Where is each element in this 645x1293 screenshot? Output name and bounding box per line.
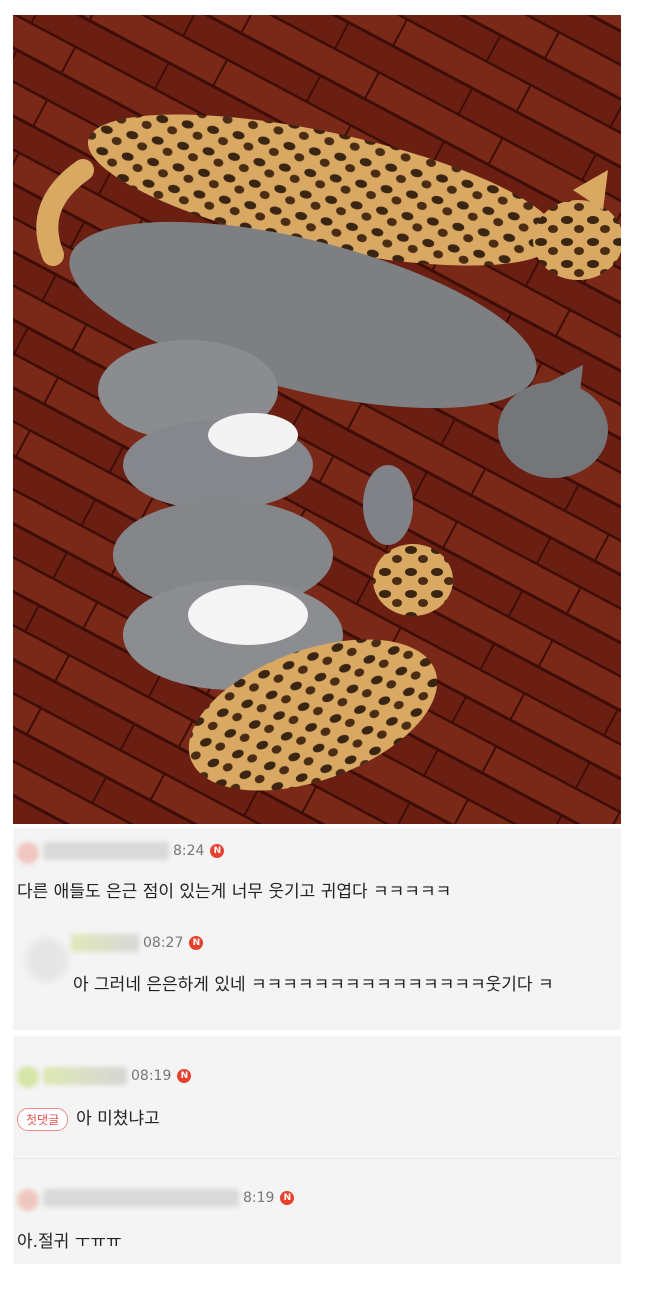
commenter-name-blurred[interactable]	[43, 842, 169, 860]
comment-item: 8:24 N 다른 애들도 은근 점이 있는게 너무 웃기고 귀엽다 ㅋㅋㅋㅋㅋ	[13, 828, 621, 918]
comment-text: 아.절귀 ㅜㅠㅠ	[17, 1232, 122, 1252]
comment-meta: 08:19 N	[43, 1067, 192, 1085]
commenter-avatar	[17, 1189, 39, 1211]
reply-avatar	[25, 938, 69, 982]
reply-item: 08:27 N 아 그러네 은은하게 있네 ㅋㅋㅋㅋㅋㅋㅋㅋㅋㅋㅋㅋㅋㅋㅋ웃기다…	[13, 920, 621, 1030]
new-badge-icon: N	[280, 1191, 295, 1205]
commenter-avatar	[17, 842, 39, 864]
comment-time: 8:19	[243, 1190, 275, 1206]
comment-item: 08:19 N 첫댓글 아 미쳤냐고	[13, 1036, 621, 1156]
comment-meta: 8:24 N	[43, 842, 225, 860]
first-comment-tag: 첫댓글	[17, 1107, 69, 1131]
comment-time: 8:24	[173, 843, 205, 859]
reply-text: 아 그러네 은은하게 있네 ㅋㅋㅋㅋㅋㅋㅋㅋㅋㅋㅋㅋㅋㅋㅋ웃기다 ㅋ	[73, 975, 554, 995]
commenter-name-blurred[interactable]	[43, 1067, 127, 1085]
comment-meta: 8:19 N	[43, 1189, 295, 1207]
cats-photo-illustration	[13, 15, 621, 824]
commenter-name-blurred[interactable]	[43, 1189, 239, 1207]
post-photo	[13, 15, 621, 824]
new-badge-icon: N	[189, 936, 204, 950]
comment-text: 다른 애들도 은근 점이 있는게 너무 웃기고 귀엽다 ㅋㅋㅋㅋㅋ	[17, 882, 452, 902]
comment-body: 첫댓글 아 미쳤냐고	[17, 1104, 160, 1131]
reply-meta: 08:27 N	[71, 934, 204, 952]
comment-item: 8:19 N 아.절귀 ㅜㅠㅠ	[13, 1159, 621, 1264]
new-badge-icon: N	[210, 844, 225, 858]
comment-text: 아 미쳤냐고	[76, 1109, 160, 1129]
comment-time: 08:19	[131, 1068, 172, 1084]
new-badge-icon: N	[177, 1069, 192, 1083]
commenter-avatar	[17, 1066, 39, 1088]
comment-block: 8:24 N 다른 애들도 은근 점이 있는게 너무 웃기고 귀엽다 ㅋㅋㅋㅋㅋ…	[13, 828, 621, 1030]
comment-block: 08:19 N 첫댓글 아 미쳤냐고 8:19 N 아.절귀 ㅜㅠㅠ	[13, 1036, 621, 1264]
reply-name-blurred[interactable]	[71, 934, 139, 952]
reply-time: 08:27	[143, 935, 184, 951]
